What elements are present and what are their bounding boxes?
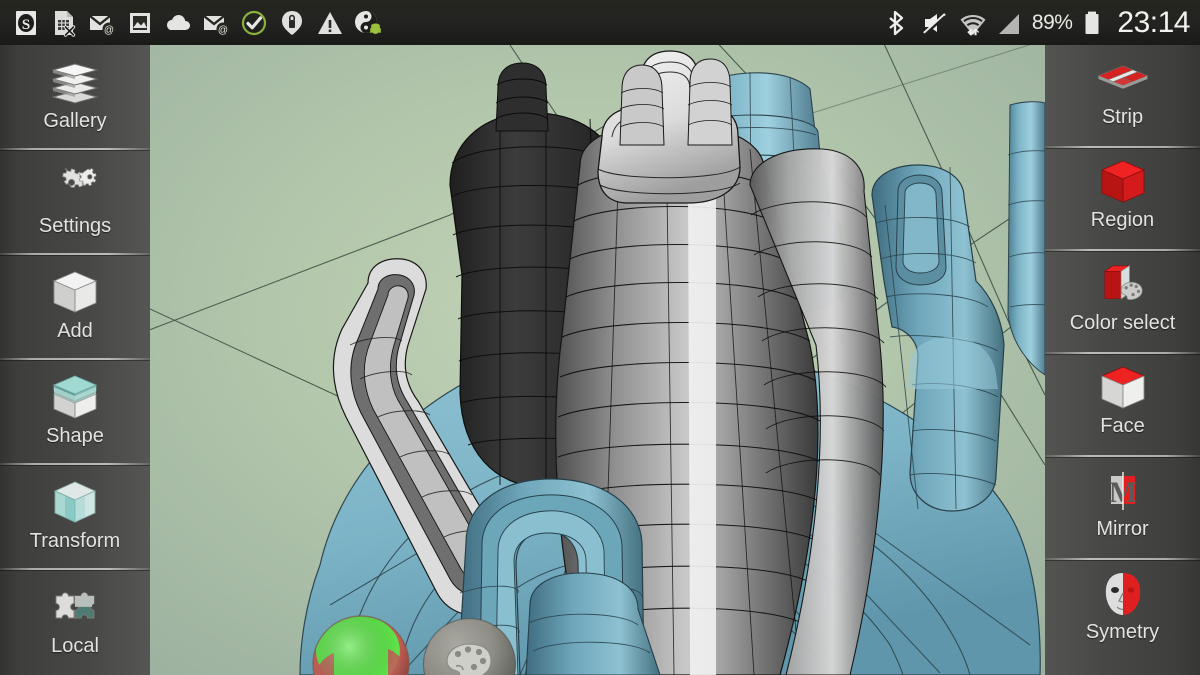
viewport-3d[interactable] (150, 45, 1045, 675)
sidebar-item-transform[interactable]: Transform (0, 465, 150, 568)
lock-balloon-icon (278, 8, 306, 38)
teal-glass-cube-icon (44, 474, 106, 530)
sidebar-item-label: Color select (1070, 312, 1176, 334)
sidebar-item-strip[interactable]: Strip (1045, 45, 1200, 146)
notification-icon-group: S (12, 8, 382, 38)
red-cube-icon (1092, 155, 1154, 209)
sidebar-item-label: Transform (30, 530, 120, 552)
image-icon (126, 8, 154, 38)
cloud-icon (164, 8, 192, 38)
battery-icon (1082, 8, 1102, 38)
puzzle-pieces-icon (44, 579, 106, 635)
sidebar-item-mirror[interactable]: M Mirror (1045, 457, 1200, 558)
app-root: S (0, 0, 1200, 675)
sidebar-item-add[interactable]: Add (0, 255, 150, 358)
sidebar-item-label: Symetry (1086, 621, 1159, 643)
mirrored-m-icon: M (1092, 464, 1154, 518)
palette-icon (447, 644, 491, 675)
sidebar-item-region[interactable]: Region (1045, 148, 1200, 249)
system-icon-group: 89% 23:14 (884, 8, 1190, 38)
bluetooth-icon (884, 8, 912, 38)
warning-triangle-icon (316, 8, 344, 38)
sidebar-item-shape[interactable]: Shape (0, 360, 150, 463)
check-circle-icon (240, 8, 268, 38)
cube-red-top-face-icon (1092, 361, 1154, 415)
status-bar: S (0, 0, 1200, 45)
split-face-icon (1092, 567, 1154, 621)
clock-label: 23:14 (1117, 8, 1190, 38)
yin-yang-android-icon (354, 8, 382, 38)
texture-ball-tool[interactable] (421, 616, 518, 675)
signal-bars-icon (995, 8, 1023, 38)
sidebar-item-label: Local (51, 635, 99, 657)
mail-at-icon: @ (88, 8, 116, 38)
mail-at-icon-2: @ (202, 8, 230, 38)
mute-icon (921, 8, 949, 38)
sidebar-item-label: Region (1091, 209, 1154, 231)
sidebar-item-color-select[interactable]: Color select (1045, 251, 1200, 352)
red-white-strip-icon (1092, 52, 1154, 106)
sidebar-item-local[interactable]: Local (0, 570, 150, 673)
sidebar-item-label: Mirror (1096, 518, 1148, 540)
mesh-blue-right-edge (1008, 102, 1045, 375)
battery-percent-label: 89% (1032, 11, 1073, 35)
gears-icon (44, 159, 106, 215)
skype-icon: S (12, 8, 40, 38)
sidebar-item-label: Gallery (43, 110, 106, 132)
sidebar-item-gallery[interactable]: Gallery (0, 45, 150, 148)
scene-render (150, 45, 1045, 675)
sidebar-item-label: Shape (46, 425, 104, 447)
sim-card-removed-icon (50, 8, 78, 38)
stack-of-sheets-icon (44, 54, 106, 110)
svg-text:@: @ (104, 25, 114, 36)
white-cube-icon (44, 264, 106, 320)
sidebar-item-label: Settings (39, 215, 111, 237)
wifi-data-icon (958, 8, 986, 38)
sidebar-item-symetry[interactable]: Symetry (1045, 560, 1200, 661)
sidebar-right: Strip Region (1045, 45, 1200, 675)
svg-text:@: @ (218, 25, 228, 36)
sidebar-item-label: Strip (1102, 106, 1143, 128)
sidebar-item-face[interactable]: Face (1045, 354, 1200, 455)
red-cube-palette-icon (1092, 258, 1154, 312)
sidebar-item-label: Face (1100, 415, 1144, 437)
teal-sliced-cube-icon (44, 369, 106, 425)
color-ball-tool[interactable] (310, 613, 412, 675)
svg-text:S: S (22, 17, 30, 33)
sidebar-item-label: Add (57, 320, 93, 342)
sidebar-left: Gallery Settings (0, 45, 150, 675)
sidebar-item-settings[interactable]: Settings (0, 150, 150, 253)
